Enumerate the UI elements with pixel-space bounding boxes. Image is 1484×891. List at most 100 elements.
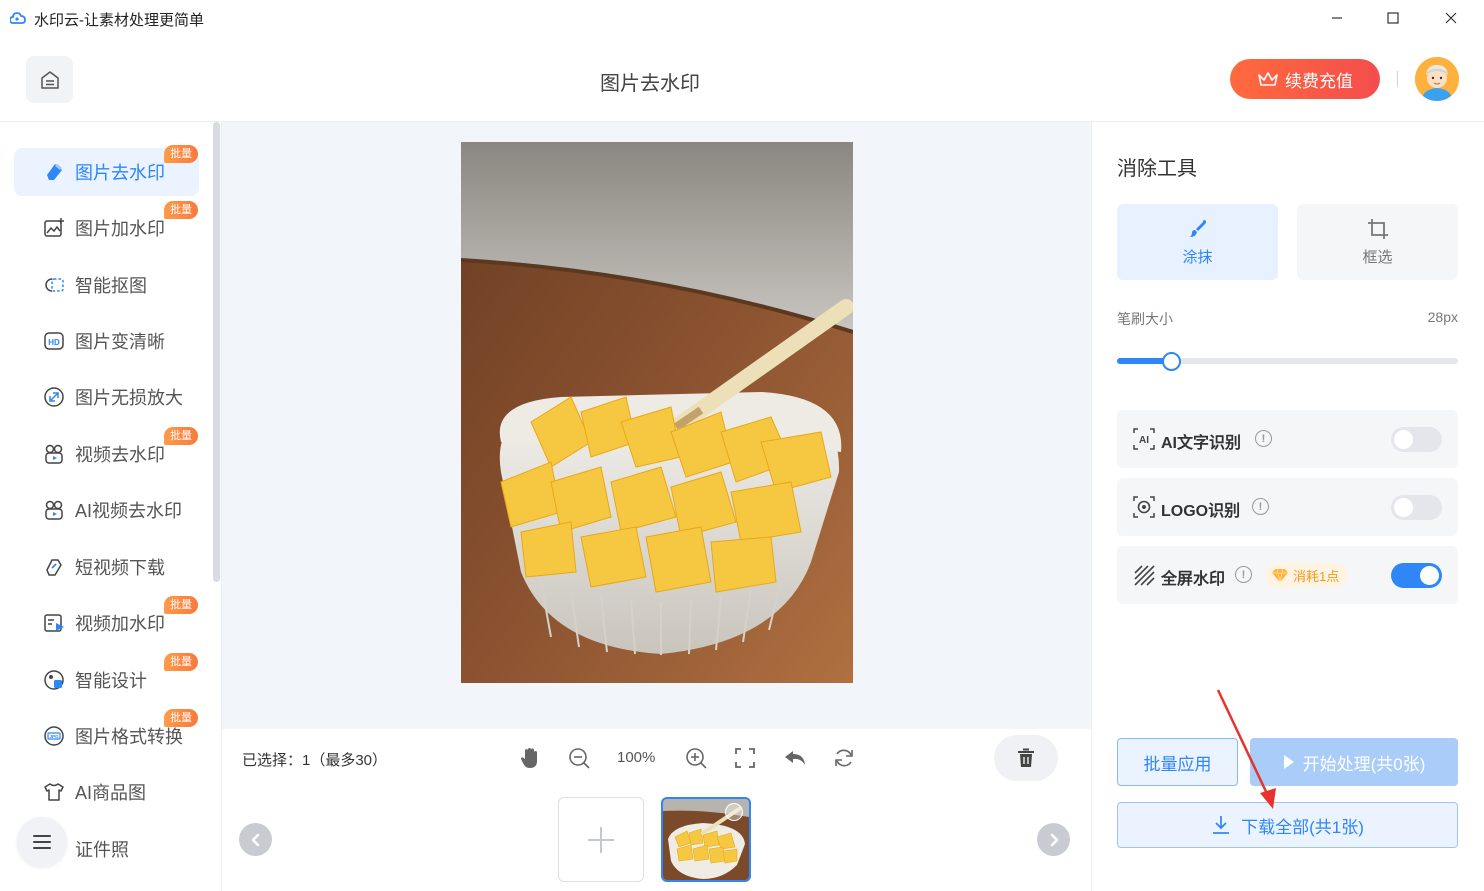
- maximize-button[interactable]: [1370, 0, 1416, 36]
- previous-button[interactable]: [239, 823, 272, 856]
- sidebar-item-smart-cutout[interactable]: 智能抠图: [14, 261, 199, 309]
- recharge-button[interactable]: 续费充值: [1230, 59, 1380, 99]
- editing-image[interactable]: [461, 142, 853, 683]
- home-icon: [40, 70, 59, 89]
- trash-icon: [1018, 748, 1034, 767]
- download-all-label: 下载全部(共1张): [1241, 817, 1364, 837]
- ai-text-detect-toggle[interactable]: [1391, 427, 1442, 452]
- info-icon[interactable]: !: [1252, 498, 1269, 515]
- cutout-icon: [42, 273, 66, 297]
- recharge-label: 续费充值: [1285, 71, 1353, 91]
- undo-icon[interactable]: [783, 746, 807, 770]
- avatar[interactable]: [1415, 57, 1459, 101]
- sidebar-item-video-watermark-removal[interactable]: 视频去水印 批量: [14, 427, 199, 478]
- sidebar-item-label: 证件照: [75, 840, 129, 860]
- start-processing-button[interactable]: 开始处理(共0张): [1250, 738, 1458, 786]
- tool-box-select[interactable]: 框选: [1297, 204, 1458, 280]
- start-processing-label: 开始处理(共0张): [1302, 754, 1426, 774]
- batch-badge: 批量: [164, 653, 198, 671]
- home-button[interactable]: [26, 56, 73, 103]
- close-button[interactable]: [1428, 0, 1474, 36]
- sidebar-item-video-add-watermark[interactable]: 视频加水印 批量: [14, 596, 199, 647]
- zoom-out-icon[interactable]: [567, 746, 591, 770]
- window-title: 水印云-让素材处理更简单: [34, 12, 204, 29]
- download-all-button[interactable]: 下载全部(共1张): [1117, 802, 1458, 848]
- batch-apply-button[interactable]: 批量应用: [1117, 738, 1238, 786]
- eraser-icon: [42, 160, 66, 184]
- sidebar-item-label: 图片无损放大: [75, 388, 183, 408]
- sidebar-item-image-upscale[interactable]: 图片无损放大: [14, 373, 199, 421]
- info-icon[interactable]: !: [1255, 430, 1272, 447]
- sidebar-item-ai-video-watermark-removal[interactable]: AI视频去水印: [14, 486, 199, 534]
- panel-title: 消除工具: [1117, 158, 1197, 180]
- thumbnail-strip: [222, 789, 1091, 891]
- hd-icon: HD: [42, 329, 66, 353]
- sidebar-scrollbar[interactable]: [213, 122, 220, 582]
- link-icon: [42, 555, 66, 579]
- sidebar-item-short-video-download[interactable]: 短视频下载: [14, 543, 199, 591]
- download-icon: [1213, 816, 1230, 834]
- batch-badge: 批量: [164, 709, 198, 727]
- tool-label: 涂抹: [1182, 248, 1213, 266]
- minimize-button[interactable]: [1314, 0, 1360, 36]
- sidebar-item-label: 图片去水印: [75, 163, 165, 183]
- option-ai-text-detect: AI AI文字识别 !: [1117, 410, 1458, 468]
- cost-text: 消耗1点: [1293, 568, 1340, 584]
- title-bar: 水印云-让素材处理更简单: [0, 0, 1484, 36]
- sidebar-item-label: 视频去水印: [75, 445, 165, 465]
- maximize-icon: [1387, 12, 1399, 24]
- app-header: 图片去水印 续费充值: [0, 36, 1484, 122]
- sidebar-item-image-watermark-removal[interactable]: 图片去水印 批量: [14, 145, 199, 196]
- toggle-knob: [1420, 566, 1439, 585]
- sidebar-item-ai-product-image[interactable]: AI商品图: [14, 768, 199, 816]
- crop-icon: [1367, 218, 1388, 239]
- hand-icon[interactable]: [518, 746, 542, 770]
- logo-detect-toggle[interactable]: [1391, 495, 1442, 520]
- option-fullscreen-watermark: 全屏水印 ! 消耗1点: [1117, 546, 1458, 604]
- brush-size-value: 28px: [1427, 309, 1458, 325]
- batch-badge: 批量: [164, 596, 198, 614]
- reset-icon[interactable]: [832, 746, 856, 770]
- tool-label: 框选: [1362, 248, 1393, 266]
- sidebar-item-label: AI视频去水印: [75, 501, 183, 521]
- minimize-icon: [1332, 17, 1342, 19]
- ai-text-icon: AI: [1133, 428, 1155, 450]
- sidebar-item-label: AI商品图: [75, 783, 147, 803]
- image-thumbnail[interactable]: [661, 797, 751, 882]
- info-icon[interactable]: !: [1235, 566, 1252, 583]
- sidebar-item-image-add-watermark[interactable]: 图片加水印 批量: [14, 201, 199, 252]
- sidebar-item-image-enhance[interactable]: HD 图片变清晰: [14, 317, 199, 365]
- add-image-button[interactable]: [558, 797, 644, 882]
- canvas-toolbar: 已选择：1（最多30） 100%: [222, 729, 1091, 789]
- image-canvas[interactable]: [222, 122, 1091, 729]
- tool-brush[interactable]: 涂抹: [1117, 204, 1278, 280]
- sidebar-item-label: 短视频下载: [75, 558, 165, 578]
- svg-text:AI: AI: [1139, 435, 1149, 446]
- next-button[interactable]: [1037, 823, 1070, 856]
- chevron-left-icon: [250, 833, 259, 846]
- thumbnail-select-checkbox[interactable]: [725, 803, 743, 821]
- sidebar-item-label: 视频加水印: [75, 614, 165, 634]
- batch-badge: 批量: [164, 145, 198, 163]
- ai-video-icon: [42, 498, 66, 522]
- menu-button[interactable]: [17, 817, 67, 867]
- svg-text:JPG: JPG: [49, 734, 59, 739]
- image-add-icon: [42, 216, 66, 240]
- batch-badge: 批量: [164, 427, 198, 445]
- brush-size-slider-handle[interactable]: [1162, 352, 1182, 371]
- zoom-level: 100%: [617, 749, 656, 766]
- video-play-icon: [42, 611, 66, 635]
- menu-icon: [33, 835, 51, 849]
- fullscreen-icon[interactable]: [733, 746, 757, 770]
- zoom-in-icon[interactable]: [684, 746, 708, 770]
- option-logo-detect: LOGO识别 !: [1117, 478, 1458, 536]
- delete-button[interactable]: [994, 735, 1058, 781]
- sidebar-item-smart-design[interactable]: 智能设计 批量: [14, 653, 199, 704]
- toggle-knob: [1394, 498, 1413, 517]
- sidebar-item-label: 图片加水印: [75, 219, 165, 239]
- fullscreen-watermark-toggle[interactable]: [1391, 563, 1442, 588]
- sidebar-item-image-format-convert[interactable]: JPG 图片格式转换 批量: [14, 709, 199, 760]
- toggle-knob: [1394, 430, 1413, 449]
- option-label: 全屏水印: [1161, 571, 1226, 588]
- fullscreen-watermark-icon: [1133, 564, 1155, 586]
